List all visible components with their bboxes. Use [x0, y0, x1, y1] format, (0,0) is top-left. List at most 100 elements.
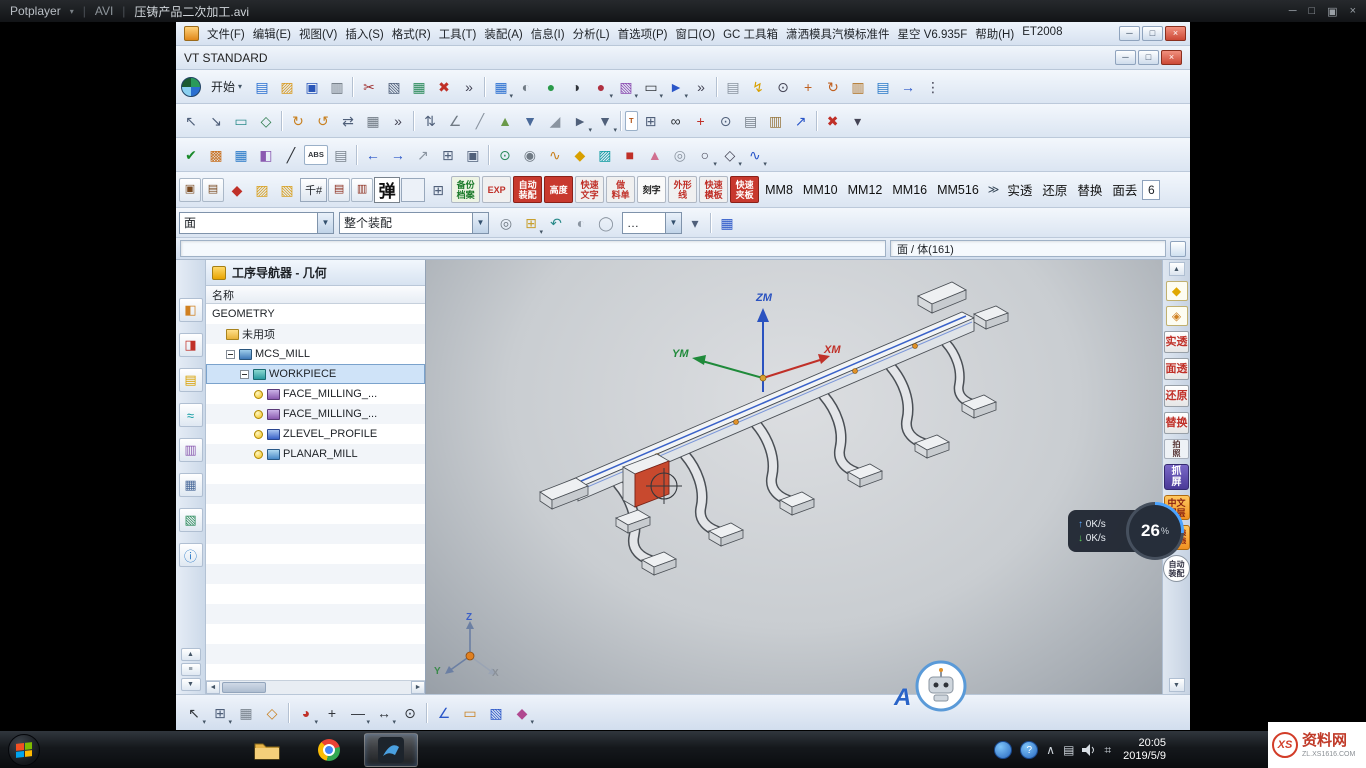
- pen-icon[interactable]: ╱: [279, 143, 303, 167]
- web-browser-icon[interactable]: ▦: [179, 473, 203, 497]
- snap-move-icon[interactable]: ↖: [179, 109, 203, 133]
- donut-icon[interactable]: ◎: [668, 143, 692, 167]
- menu-item[interactable]: 分析(L): [569, 25, 614, 43]
- tree-item-workpiece[interactable]: WORKPIECE: [206, 364, 425, 384]
- assembly-navigator-icon[interactable]: ◨: [179, 333, 203, 357]
- backup-files-button[interactable]: 备份档案: [451, 176, 480, 203]
- wire-ball-icon[interactable]: ◯: [594, 211, 618, 235]
- column-icon[interactable]: ▣: [461, 143, 485, 167]
- gem-icon[interactable]: ◇: [254, 109, 278, 133]
- bom-button[interactable]: 做料单: [606, 176, 635, 203]
- view-arrow-icon[interactable]: ►▾: [664, 75, 688, 99]
- notebook-icon[interactable]: ▥: [846, 75, 870, 99]
- chevron-down-icon[interactable]: ▼: [317, 213, 333, 233]
- display-mode-icon[interactable]: ▦▾: [489, 75, 513, 99]
- tan-button[interactable]: 弹: [374, 177, 400, 203]
- mm-size-button[interactable]: MM16: [887, 178, 932, 202]
- paste-icon[interactable]: ▦: [407, 75, 431, 99]
- tree-item-zlevel-profile[interactable]: ZLEVEL_PROFILE: [206, 424, 425, 444]
- sphere-icon[interactable]: ⊙: [493, 143, 517, 167]
- menu-item[interactable]: 帮助(H): [971, 25, 1018, 43]
- sheet2-icon[interactable]: ▤: [329, 143, 353, 167]
- new-file-icon[interactable]: ▤: [250, 75, 274, 99]
- rail-scroll-up-icon[interactable]: ▲: [1169, 262, 1185, 276]
- document-window-button[interactable]: ×: [1161, 50, 1182, 65]
- close-x-icon[interactable]: ✖: [821, 109, 845, 133]
- abs-chip[interactable]: ABS: [304, 145, 328, 165]
- rule-caret-icon[interactable]: ▾: [683, 211, 707, 235]
- wave-icon[interactable]: ∿: [543, 143, 567, 167]
- grid-snap-icon[interactable]: ▦: [234, 701, 258, 725]
- replace-button[interactable]: 替换: [1164, 412, 1189, 434]
- engrave-button[interactable]: 刻字: [637, 176, 666, 203]
- app-title[interactable]: Potplayer: [10, 4, 61, 18]
- hd3d-tool-icon[interactable]: ▥: [179, 438, 203, 462]
- play-menu-icon[interactable]: ►▾: [568, 109, 592, 133]
- seal-icon[interactable]: ◈: [1166, 306, 1188, 326]
- prism-icon[interactable]: ▧: [484, 701, 508, 725]
- mm-size-button[interactable]: MM10: [798, 178, 843, 202]
- notebook-blue-icon[interactable]: ▤: [871, 75, 895, 99]
- select-filter-icon[interactable]: ↖▾: [182, 701, 206, 725]
- view-toggle-button[interactable]: 实透: [1003, 178, 1036, 202]
- window-icon[interactable]: ⊞: [436, 143, 460, 167]
- volume-icon[interactable]: [1082, 744, 1096, 756]
- plus-icon[interactable]: +: [796, 75, 820, 99]
- qian-button[interactable]: 千#: [300, 178, 327, 202]
- progress-circle[interactable]: 26 %: [1126, 502, 1184, 560]
- contrast-icon[interactable]: ◑: [564, 75, 588, 99]
- angle-icon[interactable]: ∠: [443, 109, 467, 133]
- replace-template-icon[interactable]: ▥: [351, 178, 373, 202]
- text-tool-icon[interactable]: T: [625, 111, 638, 131]
- menu-item[interactable]: 首选项(P): [614, 25, 672, 43]
- menu-item[interactable]: ET2008: [1018, 25, 1066, 43]
- tree-item-face-milling-[interactable]: FACE_MILLING_...: [206, 404, 425, 424]
- rotate-ccw-icon[interactable]: ↺: [311, 109, 335, 133]
- forward-arrow-icon[interactable]: →: [386, 143, 410, 167]
- measure-icon[interactable]: ∠: [432, 701, 456, 725]
- more-dots-icon[interactable]: ⋮: [921, 75, 945, 99]
- tree-item--[interactable]: 未用项: [206, 324, 425, 344]
- tree-item-planar-mill[interactable]: PLANAR_MILL: [206, 444, 425, 464]
- menu-item[interactable]: 装配(A): [480, 25, 526, 43]
- open-file-icon[interactable]: ▨: [275, 75, 299, 99]
- menu-item[interactable]: 格式(R): [388, 25, 435, 43]
- restore-button[interactable]: 还原: [1164, 385, 1189, 407]
- view-toggle-button[interactable]: 还原: [1038, 178, 1071, 202]
- swap-icon[interactable]: ⇄: [336, 109, 360, 133]
- document-window-button[interactable]: ─: [1115, 50, 1136, 65]
- spline-icon[interactable]: ∿▾: [743, 143, 767, 167]
- start-menu-button[interactable]: 开始 ▾: [204, 75, 249, 99]
- menu-item[interactable]: 文件(F): [203, 25, 249, 43]
- blue-cube-icon[interactable]: ▦: [715, 211, 739, 235]
- graphics-viewport[interactable]: ZM YM XM Z Y X: [426, 260, 1162, 694]
- ok-check-icon[interactable]: ✔: [179, 143, 203, 167]
- update-template-icon[interactable]: ▤: [328, 178, 350, 202]
- nx-window-button[interactable]: ─: [1119, 26, 1140, 41]
- grid-plus-icon[interactable]: ⊞: [639, 109, 663, 133]
- overflow-chevron[interactable]: »: [689, 75, 713, 99]
- menu-item[interactable]: 潇洒模具汽模标准件: [782, 25, 894, 43]
- rotate-cw-icon[interactable]: ↻: [286, 109, 310, 133]
- scroll-left-icon[interactable]: ◄: [206, 681, 220, 694]
- gear-icon[interactable]: ◎: [494, 211, 518, 235]
- menu-item[interactable]: 星空 V6.935F: [894, 25, 972, 43]
- plus-tool-icon[interactable]: +: [320, 701, 344, 725]
- display-tray-icon[interactable]: ▤: [1063, 743, 1074, 757]
- tree-item-geometry[interactable]: GEOMETRY: [206, 304, 425, 324]
- app-menu-caret-icon[interactable]: ▾: [70, 7, 74, 16]
- pinwheel-icon[interactable]: ◆▾: [510, 701, 534, 725]
- document-window-button[interactable]: □: [1138, 50, 1159, 65]
- photo-button[interactable]: 拍照: [1164, 439, 1189, 459]
- auto-assembly-quick-button[interactable]: 自动装配: [513, 176, 542, 203]
- menu-item[interactable]: 工具(T): [435, 25, 481, 43]
- moldbase-icon[interactable]: ▤: [202, 178, 224, 202]
- up-arrow-icon[interactable]: ↗: [411, 143, 435, 167]
- face-transparent-button[interactable]: 面透: [1164, 358, 1189, 380]
- red-gem-icon[interactable]: ◆: [225, 178, 249, 202]
- poly-menu-icon[interactable]: ◇▾: [718, 143, 742, 167]
- titlebar-window-button[interactable]: ×: [1350, 5, 1356, 18]
- nx-taskbar-button[interactable]: [364, 733, 418, 767]
- mm-size-button[interactable]: MM516: [932, 178, 984, 202]
- binocular-icon[interactable]: ∞: [664, 109, 688, 133]
